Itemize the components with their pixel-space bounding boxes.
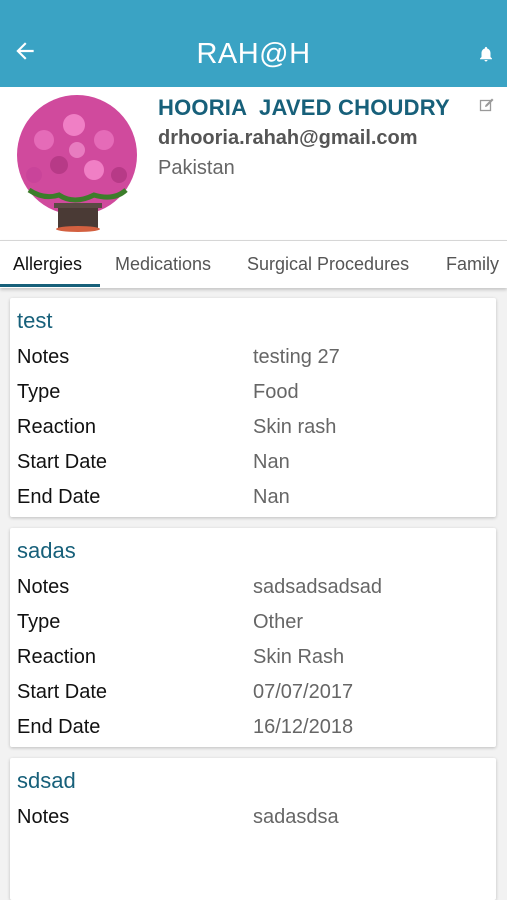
allergy-name: sdsad <box>17 768 76 793</box>
allergy-card[interactable]: sdsad Notes sadasdsa <box>10 758 496 900</box>
profile-name: HOORIA JAVED CHOUDRY <box>158 95 450 120</box>
notes-value: testing 27 <box>253 346 340 368</box>
type-label: Type <box>17 611 61 633</box>
start-date-label: Start Date <box>17 681 108 703</box>
profile-country: Pakistan <box>158 157 235 179</box>
end-date-value: Nan <box>253 486 290 508</box>
reaction-value: Skin Rash <box>253 646 345 668</box>
notes-value: sadsadsadsad <box>253 576 382 598</box>
tab-medications[interactable]: Medications <box>115 241 211 287</box>
profile-header: HOORIA JAVED CHOUDRY drhooria.rahah@gmai… <box>0 87 507 240</box>
start-date-value: 07/07/2017 <box>253 681 354 703</box>
app-bar: RAH@H <box>0 0 507 87</box>
reaction-label: Reaction <box>17 646 96 668</box>
edit-icon[interactable] <box>479 97 495 113</box>
notes-label: Notes <box>17 346 70 368</box>
type-value: Other <box>253 611 304 633</box>
type-value: Food <box>253 381 299 403</box>
allergy-card[interactable]: test Notes testing 27 Type Food Reaction… <box>10 298 496 517</box>
allergy-name: sadas <box>17 538 76 563</box>
category-tabs: Allergies Medications Surgical Procedure… <box>0 240 507 288</box>
tab-allergies[interactable]: Allergies <box>0 241 100 287</box>
start-date-label: Start Date <box>17 451 108 473</box>
bell-icon[interactable] <box>477 44 495 64</box>
notes-value: sadasdsa <box>253 806 339 828</box>
notes-label: Notes <box>17 806 70 828</box>
reaction-label: Reaction <box>17 416 96 438</box>
allergy-name: test <box>17 308 53 333</box>
end-date-label: End Date <box>17 716 101 738</box>
reaction-value: Skin rash <box>253 416 337 438</box>
tab-family[interactable]: Family <box>446 241 499 287</box>
end-date-value: 16/12/2018 <box>253 716 354 738</box>
allergy-card[interactable]: sadas Notes sadsadsadsad Type Other Reac… <box>10 528 496 747</box>
profile-email: drhooria.rahah@gmail.com <box>158 127 418 149</box>
type-label: Type <box>17 381 61 403</box>
tab-surgical-procedures[interactable]: Surgical Procedures <box>247 241 409 287</box>
notes-label: Notes <box>17 576 70 598</box>
end-date-label: End Date <box>17 486 101 508</box>
start-date-value: Nan <box>253 451 290 473</box>
app-title: RAH@H <box>196 38 311 70</box>
avatar[interactable] <box>4 95 150 235</box>
